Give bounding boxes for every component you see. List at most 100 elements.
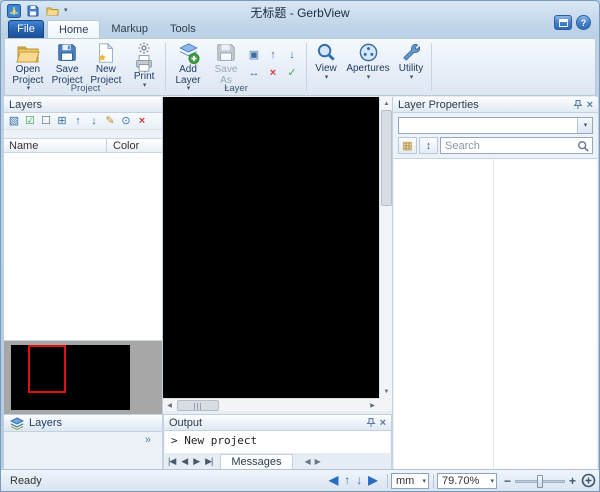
preview-thumbnail[interactable] [4,341,162,414]
layers-toolbar: ▧ ☑ ☐ ⊞ ↑ ↓ ✎ ⊙ × [4,113,162,130]
sort-button[interactable]: ↕ [419,137,438,154]
tab-markup[interactable]: Markup [100,20,159,38]
search-icon [577,140,590,153]
move-layer-up-icon[interactable]: ↑ [264,46,282,63]
swap-layers-icon[interactable]: ↔ [245,64,263,81]
zoom-fit-button[interactable] [581,473,596,491]
group-label-project: Project [8,83,163,94]
close-icon[interactable]: × [380,418,386,428]
zoom-value: 79.70% [438,474,479,488]
property-grid-toolbar: ▦ ↕ [398,137,438,154]
property-grid-divider[interactable] [493,159,494,470]
apertures-button[interactable]: Apertures▾ [344,42,392,81]
nav-last-icon[interactable]: ▶| [202,456,215,467]
output-panel-title: Output [169,417,202,429]
column-header-color[interactable]: Color [107,139,162,152]
delete-icon[interactable]: × [135,114,149,129]
file-tab[interactable]: File [8,20,44,38]
expand-toolbar-button[interactable]: » [4,432,162,448]
delete-layer-icon[interactable]: × [264,64,282,81]
group-separator [165,43,166,91]
layers-stack-icon [10,417,24,430]
layers-dock-tab[interactable]: Layers [4,414,162,432]
check-all-icon[interactable]: ☑ [23,114,37,129]
help-button[interactable]: ? [576,15,591,30]
scroll-right-button[interactable]: ▶ [366,399,379,412]
move-layer-down-icon[interactable]: ↓ [283,46,301,63]
save-as-icon [215,42,237,64]
vertical-scroll-thumb[interactable] [381,110,392,206]
pin-icon[interactable] [366,417,376,428]
nav-next-icon[interactable]: ▶ [190,456,202,467]
pan-buttons: ◀ ↑ ↓ ▶ [329,473,377,487]
status-bar: Ready ◀ ↑ ↓ ▶ mm ▾ 79.70% ▾ − + [1,469,599,491]
layers-panel: Layers ▧ ☑ ☐ ⊞ ↑ ↓ ✎ ⊙ × Name Color Laye… [4,97,163,471]
thumbnail-viewport-rect [28,345,66,393]
tab-tools[interactable]: Tools [159,20,207,38]
move-down-icon[interactable]: ↓ [87,114,101,129]
output-message: > New project [171,434,257,447]
move-up-icon[interactable]: ↑ [71,114,85,129]
ribbon: Open Project▾ Save Project New Project [4,38,596,96]
column-header-name[interactable]: Name [4,139,107,152]
status-separator [387,474,388,488]
new-project-button[interactable]: New Project [88,42,125,86]
layer-properties-panel: Layer Properties × ▾ ▦ ↕ [392,97,598,471]
property-grid [394,158,597,470]
zoom-slider-thumb[interactable] [537,475,543,488]
horizontal-scrollbar[interactable]: ◀ ▶ [163,398,379,411]
utility-button[interactable]: Utility▾ [394,42,428,81]
new-document-icon [95,42,117,64]
tab-scroll-right-icon[interactable]: ▶ [315,457,321,466]
drawing-canvas[interactable] [163,97,379,398]
layers-panel-title: Layers [9,99,42,111]
layers-list[interactable] [4,153,162,341]
pan-right-icon[interactable]: ▶ [368,473,377,487]
tab-scroll-buttons: ◀ ▶ [305,457,321,466]
view-button[interactable]: View▾ [310,42,342,81]
edit-layer-icon[interactable]: ✎ [103,114,117,129]
copy-layer-icon[interactable]: ▣ [245,46,263,63]
pin-icon[interactable] [573,99,583,110]
dropdown-arrow-icon: ▾ [367,75,371,81]
pan-up-icon[interactable]: ↑ [344,473,350,487]
property-search [440,137,593,154]
chevron-down-icon: ▾ [422,479,426,485]
settings-gear-icon[interactable] [138,42,150,54]
dropdown-button[interactable]: ▾ [577,118,592,133]
tab-home[interactable]: Home [47,20,100,38]
tab-messages[interactable]: Messages [220,454,292,469]
close-icon[interactable]: × [587,100,593,110]
pan-down-icon[interactable]: ↓ [356,473,362,487]
properties-panel-title: Layer Properties [398,99,479,111]
units-dropdown[interactable]: mm ▾ [391,473,429,489]
tab-scroll-left-icon[interactable]: ◀ [305,457,311,466]
layers-panel-spacer [4,130,162,138]
nav-prev-icon[interactable]: ◀ [178,456,190,467]
inspect-layer-icon[interactable]: ⊙ [119,114,133,129]
save-project-button[interactable]: Save Project [49,42,86,86]
new-layer-icon[interactable]: ▧ [7,114,21,129]
zoom-dropdown[interactable]: 79.70% ▾ [437,473,497,489]
layer-select-dropdown[interactable]: ▾ [398,117,593,134]
zoom-out-button[interactable]: − [504,474,511,488]
nav-first-icon[interactable]: |◀ [165,456,178,467]
search-input[interactable] [441,138,575,153]
titlebar: ▾ 无标题 - GerbView [1,1,599,20]
status-text: Ready [10,475,42,487]
minimize-ribbon-button[interactable] [554,15,572,30]
add-to-stack-icon[interactable]: ⊞ [55,114,69,129]
horizontal-scroll-thumb[interactable] [177,400,219,411]
scroll-left-button[interactable]: ◀ [163,399,176,412]
vertical-scrollbar[interactable]: ▲ ▼ [379,97,392,398]
categorize-button[interactable]: ▦ [398,137,417,154]
properties-panel-header: Layer Properties × [393,97,598,113]
validate-layer-icon[interactable]: ✓ [283,64,301,81]
pan-left-icon[interactable]: ◀ [329,473,338,487]
printer-icon [134,54,154,72]
uncheck-all-icon[interactable]: ☐ [39,114,53,129]
open-folder-icon [16,42,40,64]
zoom-in-button[interactable]: + [569,474,576,488]
status-separator [433,474,434,488]
layers-dock-label: Layers [29,417,62,429]
